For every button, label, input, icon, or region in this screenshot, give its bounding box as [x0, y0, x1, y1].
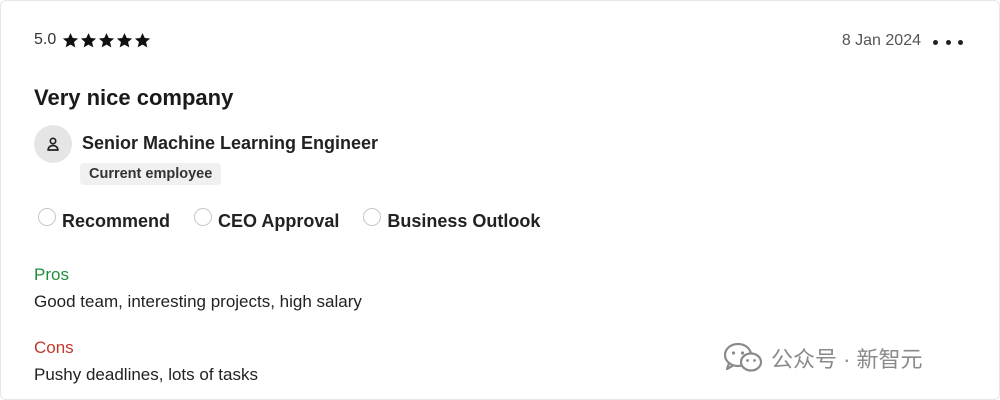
watermark: 公众号 · 新智元	[723, 342, 923, 374]
rating-row: 5.0	[34, 31, 151, 49]
review-date: 8 Jan 2024	[841, 32, 921, 49]
pros-text: Good team, interesting projects, high sa…	[34, 292, 362, 311]
empty-circle-icon	[38, 207, 56, 226]
more-dot-icon	[958, 39, 963, 45]
indicator-business-outlook: Business Outlook	[363, 207, 541, 231]
indicator-recommend: Recommend	[38, 207, 171, 231]
watermark-text: 公众号 · 新智元	[771, 347, 923, 372]
more-options-button[interactable]	[933, 35, 963, 49]
star-icon	[80, 32, 97, 49]
indicator-label: CEO Approval	[218, 211, 340, 231]
star-icon	[98, 32, 115, 49]
more-dot-icon	[933, 39, 938, 45]
wechat-icon	[723, 342, 763, 372]
employment-status-badge: Current employee	[80, 163, 222, 185]
cons-heading: Cons	[34, 338, 74, 357]
review-title: Very nice company	[34, 85, 234, 110]
empty-circle-icon	[363, 207, 382, 226]
more-dot-icon	[945, 39, 951, 45]
star-icon	[116, 32, 133, 49]
pros-heading: Pros	[34, 265, 69, 284]
rating-value: 5.0	[34, 31, 57, 48]
indicator-label: Recommend	[62, 211, 171, 231]
person-icon	[47, 137, 59, 151]
indicator-label: Business Outlook	[387, 211, 541, 231]
rating-indicators: Recommend CEO Approval Business Outlook	[38, 207, 564, 231]
cons-text: Pushy deadlines, lots of tasks	[34, 365, 258, 384]
review-card: 5.0 8 Jan 2024 Very nice company Senior …	[0, 0, 1000, 400]
star-rating	[62, 32, 151, 49]
star-icon	[134, 32, 151, 49]
empty-circle-icon	[194, 207, 213, 226]
avatar	[34, 125, 72, 163]
indicator-ceo-approval: CEO Approval	[194, 207, 340, 231]
job-title: Senior Machine Learning Engineer	[82, 133, 379, 153]
star-icon	[62, 32, 79, 49]
